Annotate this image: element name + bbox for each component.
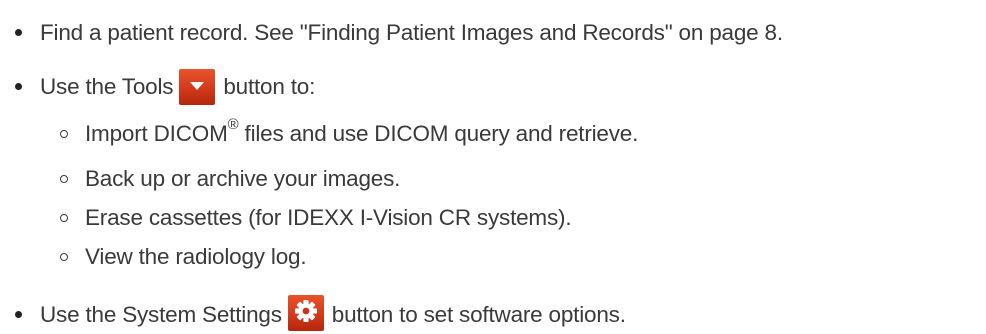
sub-bullet-marker [60, 214, 68, 222]
list-item: Use the Tools button to: [40, 68, 315, 106]
bullet-marker [15, 311, 22, 318]
sub-list-item: View the radiology log. [85, 240, 307, 274]
bullet-marker [15, 83, 22, 90]
sub-list-item-text: Back up or archive your images. [85, 166, 401, 191]
sub-bullet-marker [60, 130, 68, 138]
chevron-down-icon [179, 69, 216, 105]
bullet-marker [15, 29, 22, 36]
document-page: Find a patient record. See "Finding Pati… [0, 0, 986, 332]
sub-list-item: Erase cassettes (for IDEXX I-Vision CR s… [85, 201, 572, 235]
list-item: Find a patient record. See "Finding Pati… [40, 16, 783, 50]
list-item-text: button to: [223, 74, 316, 99]
gear-icon [287, 295, 324, 331]
list-item-text: button to set software options. [331, 302, 626, 327]
sub-list-item-text: files and use DICOM query and retrieve. [238, 121, 639, 146]
sub-list-item: Back up or archive your images. [85, 162, 400, 196]
sub-list-item: Import DICOM ® files and use DICOM query … [85, 116, 639, 146]
sub-bullet-marker [60, 175, 68, 183]
list-item-text: Use the Tools [40, 74, 174, 99]
list-item-text: Find a patient record. See "Finding Pati… [40, 20, 783, 45]
list-item-text: Use the System Settings [40, 302, 282, 327]
sub-list-item-text: Erase cassettes (for IDEXX I-Vision CR s… [85, 205, 572, 230]
sub-bullet-marker [60, 253, 68, 261]
sub-list-item-text: View the radiology log. [85, 244, 307, 269]
list-item: Use the System Settings button to set so… [40, 295, 626, 334]
sub-list-item-text: Import DICOM [85, 121, 228, 146]
